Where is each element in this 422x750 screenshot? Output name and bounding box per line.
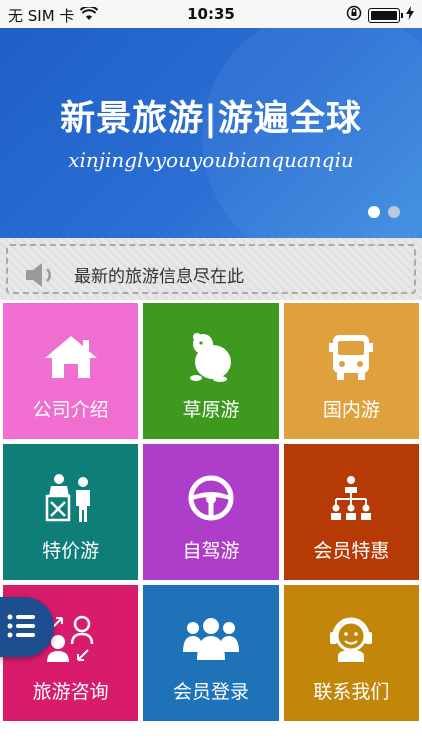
tile-contact-us[interactable]: 联系我们 xyxy=(283,585,419,721)
carousel-page-indicator[interactable] xyxy=(368,206,400,218)
tile-label: 会员登录 xyxy=(172,681,249,703)
tile-label: 草原游 xyxy=(182,399,240,421)
speaker-icon xyxy=(24,260,58,294)
notice-text: 最新的旅游信息尽在此 xyxy=(74,267,244,287)
rotation-lock-icon xyxy=(346,5,362,25)
tile-member-benefits[interactable]: 会员特惠 xyxy=(283,444,419,580)
org-chart-icon xyxy=(284,472,419,524)
tile-special-offer-tour[interactable]: 特价游 xyxy=(3,444,139,580)
hamster-icon xyxy=(143,331,278,383)
tile-self-drive-tour[interactable]: 自驾游 xyxy=(143,444,279,580)
tile-label: 特价游 xyxy=(42,540,100,562)
list-menu-icon xyxy=(7,614,35,638)
tile-label: 联系我们 xyxy=(313,681,390,703)
bus-icon xyxy=(284,331,419,383)
steering-wheel-icon xyxy=(143,472,278,524)
checkpoint-icon xyxy=(3,472,138,524)
tile-member-login[interactable]: 会员登录 xyxy=(143,585,279,721)
tile-label: 会员特惠 xyxy=(313,540,390,562)
tile-label: 自驾游 xyxy=(182,540,240,562)
tile-grassland-tour[interactable]: 草原游 xyxy=(143,303,279,439)
tile-label: 国内游 xyxy=(322,399,380,421)
banner-subtitle: xinjinglvyouyoubianquanqiu xyxy=(68,148,354,172)
charging-icon xyxy=(406,6,414,24)
carousel-dot-1[interactable] xyxy=(368,206,380,218)
tile-domestic-tour[interactable]: 国内游 xyxy=(283,303,419,439)
carousel-dot-2[interactable] xyxy=(388,206,400,218)
banner-title: 新景旅游|游遍全球 xyxy=(60,99,362,139)
members-icon xyxy=(143,613,278,665)
notice-bar[interactable]: 最新的旅游信息尽在此 xyxy=(0,238,422,300)
headset-icon xyxy=(284,613,419,665)
tile-company-intro[interactable]: 公司介绍 xyxy=(3,303,139,439)
status-bar: 无 SIM 卡 10:35 xyxy=(0,0,422,28)
notice-frame: 最新的旅游信息尽在此 xyxy=(6,244,416,294)
status-right xyxy=(346,5,414,25)
tile-label: 旅游咨询 xyxy=(32,681,109,703)
house-icon xyxy=(3,331,138,383)
tile-label: 公司介绍 xyxy=(32,399,109,421)
battery-icon xyxy=(368,7,403,23)
menu-grid: 公司介绍 草原游 国内游 特价游 自驾游 会员特惠 旅游咨询 会员登录 联系我们 xyxy=(0,303,422,721)
banner-carousel[interactable]: 新景旅游|游遍全球 xinjinglvyouyoubianquanqiu xyxy=(0,28,422,238)
